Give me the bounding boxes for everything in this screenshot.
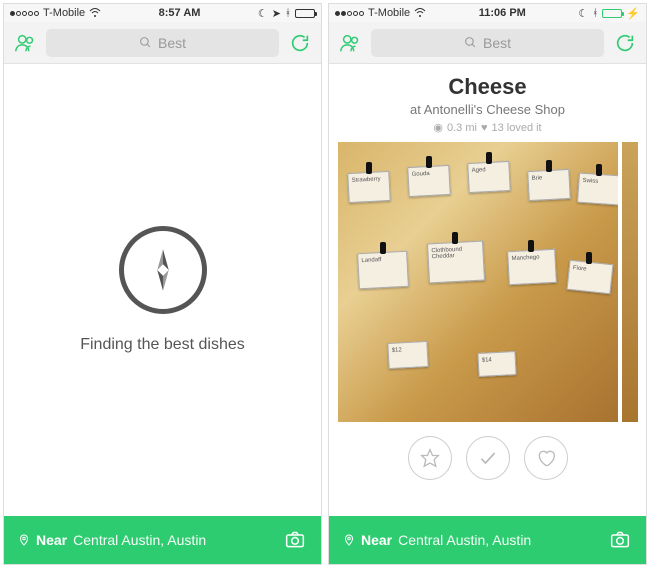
charging-icon: ⚡ <box>626 7 640 20</box>
profile-icon[interactable] <box>337 30 363 56</box>
location-text: Central Austin, Austin <box>73 532 206 548</box>
compass-icon <box>119 226 207 314</box>
camera-icon[interactable] <box>608 530 632 550</box>
search-placeholder: Best <box>158 35 186 51</box>
navbar: Best <box>4 22 321 64</box>
location-arrow-icon: ➤ <box>272 7 281 20</box>
status-bar: T-Mobile 11:06 PM ☾ ᚼ ⚡ <box>329 4 646 22</box>
clock: 8:57 AM <box>159 7 201 19</box>
main-loading: Finding the best dishes <box>4 64 321 516</box>
dish-distance: 0.3 mi <box>447 122 477 134</box>
carrier-label: T-Mobile <box>43 7 85 19</box>
search-input[interactable]: Best <box>371 29 604 57</box>
loading-text: Finding the best dishes <box>80 336 245 354</box>
clock: 11:06 PM <box>479 7 526 19</box>
status-right: ☾ ᚼ ⚡ <box>578 7 640 20</box>
battery-icon <box>295 9 315 18</box>
heart-icon: ♥ <box>481 122 488 134</box>
status-left: T-Mobile <box>10 7 101 19</box>
moon-icon: ☾ <box>578 7 588 20</box>
battery-icon <box>602 9 622 18</box>
bluetooth-icon: ᚼ <box>592 8 598 19</box>
phone-left: T-Mobile 8:57 AM ☾ ➤ ᚼ Best <box>3 3 322 565</box>
bottom-bar[interactable]: Near Central Austin, Austin <box>4 516 321 564</box>
dish-loved: 13 loved it <box>491 122 541 134</box>
near-label: Near <box>36 532 67 548</box>
location-bar[interactable]: Near Central Austin, Austin <box>18 532 206 548</box>
wifi-icon <box>414 8 426 18</box>
dish-meta: ◉ 0.3 mi ♥ 13 loved it <box>433 121 541 134</box>
camera-icon[interactable] <box>283 530 307 550</box>
profile-icon[interactable] <box>12 30 38 56</box>
check-button[interactable] <box>466 436 510 480</box>
dish-view: Cheese at Antonelli's Cheese Shop ◉ 0.3 … <box>329 64 646 516</box>
bottom-bar[interactable]: Near Central Austin, Austin <box>329 516 646 564</box>
refresh-icon[interactable] <box>287 30 313 56</box>
star-button[interactable] <box>408 436 452 480</box>
location-bar[interactable]: Near Central Austin, Austin <box>343 532 531 548</box>
dish-image[interactable]: Strawberry Gouda Aged Brie Swiss Landaff… <box>338 142 618 422</box>
status-left: T-Mobile <box>335 7 426 19</box>
action-row <box>408 436 568 480</box>
search-icon <box>464 36 477 49</box>
signal-dots <box>335 11 364 16</box>
location-text: Central Austin, Austin <box>398 532 531 548</box>
pin-icon <box>343 533 355 547</box>
refresh-icon[interactable] <box>612 30 638 56</box>
search-placeholder: Best <box>483 35 511 51</box>
status-right: ☾ ➤ ᚼ <box>258 7 315 20</box>
signal-dots <box>10 11 39 16</box>
wifi-icon <box>89 8 101 18</box>
heart-button[interactable] <box>524 436 568 480</box>
phone-right: T-Mobile 11:06 PM ☾ ᚼ ⚡ Best Cheese at <box>328 3 647 565</box>
status-bar: T-Mobile 8:57 AM ☾ ➤ ᚼ <box>4 4 321 22</box>
moon-icon: ☾ <box>258 7 268 20</box>
carrier-label: T-Mobile <box>368 7 410 19</box>
search-input[interactable]: Best <box>46 29 279 57</box>
pin-icon: ◉ <box>433 121 443 134</box>
bluetooth-icon: ᚼ <box>285 8 291 19</box>
dish-subtitle: at Antonelli's Cheese Shop <box>410 102 565 117</box>
dish-title: Cheese <box>448 74 526 100</box>
near-label: Near <box>361 532 392 548</box>
navbar: Best <box>329 22 646 64</box>
next-dish-peek[interactable] <box>622 142 638 422</box>
pin-icon <box>18 533 30 547</box>
search-icon <box>139 36 152 49</box>
